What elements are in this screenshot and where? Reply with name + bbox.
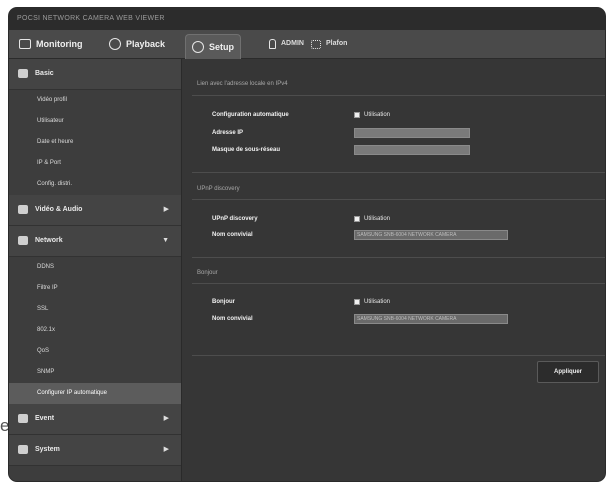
- app-window: POCSI NETWORK CAMERA WEB VIEWER Monitori…: [9, 8, 605, 481]
- user-button[interactable]: ADMIN: [263, 30, 310, 58]
- chevron-right-icon: ▶: [163, 415, 169, 422]
- sidebar-section-label: Event: [35, 415, 55, 422]
- upnp-discovery-value: Utilisation: [364, 216, 391, 222]
- extra-label: Plafon: [326, 40, 348, 47]
- subnet-mask-label: Masque de sous-réseau: [212, 147, 281, 153]
- sidebar-section-basic[interactable]: Basic: [9, 59, 181, 90]
- bonjour-toggle[interactable]: Utilisation: [354, 299, 390, 305]
- auto-config-toggle[interactable]: Utilisation: [354, 112, 390, 118]
- divider: [192, 199, 605, 200]
- monitoring-label: Monitoring: [36, 39, 83, 49]
- divider: [192, 283, 605, 284]
- setup-tab[interactable]: Setup: [185, 34, 242, 59]
- playback-button[interactable]: Playback: [103, 30, 171, 58]
- sidebar-item-ddns[interactable]: DDNS: [9, 257, 181, 278]
- video-audio-icon: [18, 205, 28, 214]
- sidebar-item-snmp[interactable]: SNMP: [9, 362, 181, 383]
- user-icon: [269, 39, 276, 49]
- ip-address-input[interactable]: [354, 128, 470, 138]
- upnp-discovery-toggle[interactable]: Utilisation: [354, 216, 390, 222]
- auto-config-label: Configuration automatique: [212, 112, 289, 118]
- sidebar-item-ip-port[interactable]: IP & Port: [9, 153, 181, 174]
- checkbox-icon[interactable]: [354, 112, 360, 118]
- subnet-mask-input[interactable]: [354, 145, 470, 155]
- extra-button[interactable]: Plafon: [305, 30, 353, 58]
- sidebar-item-auto-ip[interactable]: Configurer IP automatique: [9, 383, 181, 404]
- divider: [192, 172, 605, 173]
- sidebar-item-ssl[interactable]: SSL: [9, 299, 181, 320]
- monitoring-button[interactable]: Monitoring: [13, 30, 89, 58]
- ip-address-label: Adresse IP: [212, 130, 244, 136]
- divider: [192, 95, 605, 96]
- chevron-down-icon: ▼: [162, 237, 169, 244]
- bonjour-name-label: Nom convivial: [212, 316, 253, 322]
- user-label: ADMIN: [281, 40, 304, 47]
- sidebar-section-network[interactable]: Network ▼: [9, 226, 181, 257]
- bonjour-label: Bonjour: [212, 299, 235, 305]
- grid-icon: [311, 39, 321, 49]
- sidebar-section-label: Network: [35, 237, 63, 244]
- playback-icon: [109, 38, 121, 50]
- sidebar-item-ip-filter[interactable]: Filtre IP: [9, 278, 181, 299]
- sidebar-section-system[interactable]: System ▶: [9, 435, 181, 466]
- sidebar-item-qos[interactable]: QoS: [9, 341, 181, 362]
- sidebar-item-user[interactable]: Utilisateur: [9, 111, 181, 132]
- sidebar-section-label: Basic: [35, 70, 54, 77]
- sidebar-item-config[interactable]: Config. distri.: [9, 174, 181, 195]
- auto-config-value: Utilisation: [364, 112, 391, 118]
- bonjour-name-input[interactable]: SAMSUNG SNB-6004 NETWORK CAMERA: [354, 314, 508, 324]
- sidebar-section-video-audio[interactable]: Vidéo & Audio ▶: [9, 195, 181, 226]
- basic-icon: [18, 69, 28, 78]
- upnp-discovery-label: UPnP discovery: [212, 216, 258, 222]
- sidebar-section-label: System: [35, 446, 60, 453]
- setup-label: Setup: [209, 42, 235, 52]
- section-title-bonjour: Bonjour: [197, 270, 218, 276]
- sidebar-item-video-profile[interactable]: Vidéo profil: [9, 90, 181, 111]
- window-title: POCSI NETWORK CAMERA WEB VIEWER: [9, 8, 605, 30]
- divider: [192, 355, 605, 356]
- upnp-name-input[interactable]: SAMSUNG SNB-6004 NETWORK CAMERA: [354, 230, 508, 240]
- checkbox-icon[interactable]: [354, 299, 360, 305]
- bonjour-value: Utilisation: [364, 299, 391, 305]
- system-icon: [18, 445, 28, 454]
- sidebar-section-label: Vidéo & Audio: [35, 206, 83, 213]
- sidebar-section-event[interactable]: Event ▶: [9, 404, 181, 435]
- apply-button[interactable]: Appliquer: [537, 361, 599, 383]
- section-title-upnp: UPnP discovery: [197, 186, 240, 192]
- event-icon: [18, 414, 28, 423]
- sidebar-item-8021x[interactable]: 802.1x: [9, 320, 181, 341]
- sidebar-item-date-time[interactable]: Date et heure: [9, 132, 181, 153]
- divider: [192, 257, 605, 258]
- chevron-right-icon: ▶: [163, 206, 169, 213]
- section-title-ipv4: Lien avec l'adresse locale en IPv4: [197, 81, 288, 87]
- chevron-right-icon: ▶: [163, 446, 169, 453]
- sidebar: Basic Vidéo profil Utilisateur Date et h…: [9, 59, 182, 481]
- upnp-name-label: Nom convivial: [212, 232, 253, 238]
- monitor-icon: [19, 39, 31, 49]
- main-panel: Lien avec l'adresse locale en IPv4 Confi…: [182, 59, 605, 481]
- top-navigation: Monitoring Playback Setup ADMIN Plafon: [9, 30, 605, 59]
- checkbox-icon[interactable]: [354, 216, 360, 222]
- setup-gear-icon: [192, 41, 204, 53]
- playback-label: Playback: [126, 39, 166, 49]
- network-icon: [18, 236, 28, 245]
